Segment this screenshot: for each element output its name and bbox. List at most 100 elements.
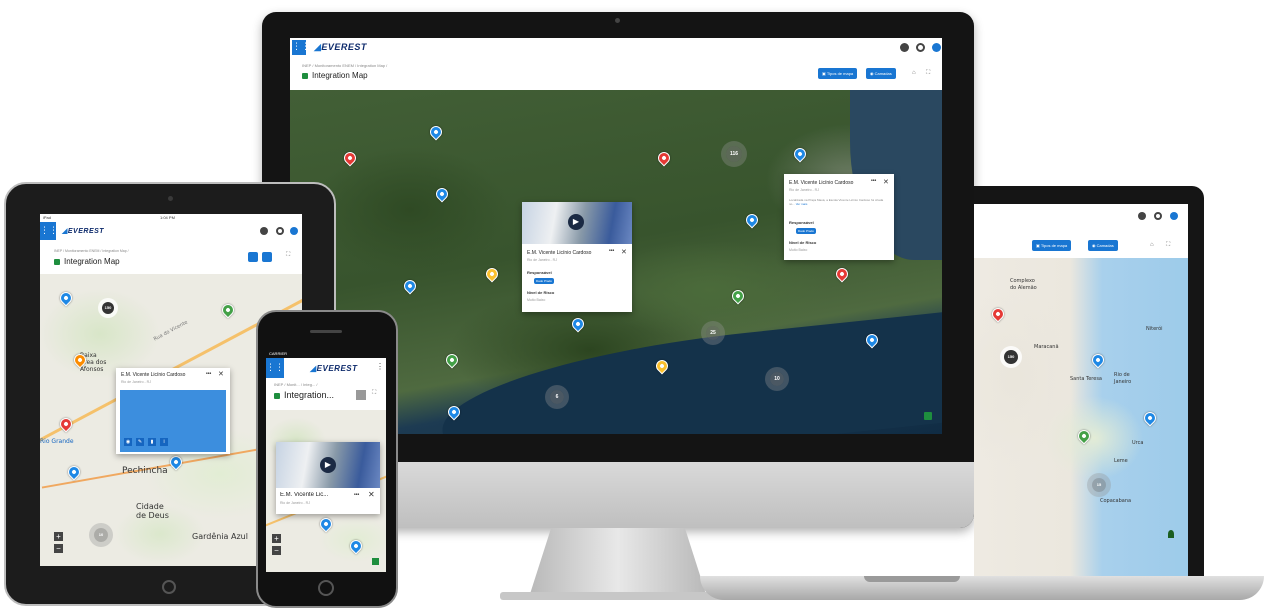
brand-logo[interactable]: ◢EVEREST [314, 42, 367, 53]
map-label: Maracanã [1034, 344, 1059, 350]
clock: 1:04 PM [160, 215, 175, 220]
apps-grid-button[interactable]: ⋮⋮ [266, 358, 284, 378]
school-name: E.M. Vicente Licínio Cardoso [527, 250, 592, 256]
tablet-home-button[interactable] [162, 580, 176, 594]
more-options-icon[interactable]: ••• [206, 371, 211, 377]
laptop-screen: ▣ Tipos de mapa ◉ Camadas ⌂ ⛶ Complexo d… [974, 204, 1188, 576]
info-icon[interactable]: i [160, 438, 168, 446]
more-options-icon[interactable]: ••• [871, 178, 876, 184]
breadcrumb[interactable]: INEP / Monitoramento ENEM / Integration … [302, 63, 387, 68]
home-icon[interactable]: ⌂ [1150, 242, 1154, 248]
desktop-camera [615, 18, 620, 23]
home-icon[interactable]: ⌂ [912, 70, 916, 76]
school-location: Rio de Janeiro - RJ [280, 501, 310, 505]
close-icon[interactable]: ✕ [883, 178, 889, 186]
map-cluster[interactable]: 15 [1092, 478, 1106, 492]
map-label: de Deus [136, 511, 169, 520]
map-cluster[interactable]: 10 [770, 372, 784, 386]
layers-button[interactable] [262, 252, 272, 262]
map-options-button[interactable] [356, 390, 366, 400]
close-icon[interactable]: ✕ [368, 490, 375, 499]
fullscreen-icon[interactable]: ⛶ [1166, 242, 1170, 249]
responsible-chip[interactable]: Dado Prado [534, 278, 555, 284]
school-location: Rio de Janeiro - RJ [527, 258, 557, 262]
apps-grid-button[interactable]: ⋮⋮ [292, 40, 310, 55]
zoom-in-button[interactable]: + [54, 532, 63, 541]
school-detail-popup: E.M. Vicente Licínio Cardoso ••• ✕ Rio d… [784, 174, 894, 260]
school-photo[interactable]: ▶ [522, 202, 632, 244]
school-photo[interactable]: ▶ [276, 442, 380, 488]
desktop-stand-base [500, 592, 736, 600]
map-label: Copacabana [1100, 498, 1132, 504]
fullscreen-icon[interactable]: ⛶ [926, 70, 930, 77]
school-location: Rio de Janeiro - RJ [121, 380, 151, 384]
map-cluster[interactable]: 116 [726, 146, 742, 162]
play-video-icon[interactable]: ▶ [568, 214, 584, 230]
responsible-label: Responsável [789, 220, 814, 225]
more-options-icon[interactable]: ••• [609, 248, 614, 254]
apps-grid-button[interactable]: ⋮⋮ [40, 222, 58, 240]
phone-statusbar: CARRIER [266, 350, 386, 358]
map-label: Rio Grande [40, 438, 74, 445]
delete-icon[interactable]: ▮ [148, 438, 156, 446]
map-cluster[interactable]: 10 [94, 528, 108, 542]
school-popup: E.M. Vicente Licínio Cardoso ••• ✕ Rio d… [116, 368, 230, 454]
gear-icon[interactable] [1154, 212, 1162, 220]
school-description: Localizada na Praça Mauá, a Escola Vicen… [789, 198, 884, 206]
user-icon[interactable] [900, 43, 909, 52]
see-more-link[interactable]: Ver mais [796, 202, 808, 206]
map-flag-icon [54, 258, 60, 265]
brand-logo[interactable]: ◢EVEREST [62, 227, 104, 235]
brand-logo[interactable]: ◢EVEREST [310, 364, 358, 373]
zoom-in-button[interactable]: + [272, 534, 281, 543]
breadcrumb[interactable]: INEP / Monit... / Integ... / [274, 382, 318, 387]
edit-icon[interactable]: ✎ [136, 438, 144, 446]
responsible-chip[interactable]: Dado Prado [796, 228, 817, 234]
fullscreen-icon[interactable]: ⛶ [372, 390, 376, 397]
map-cluster[interactable]: 150 [1004, 350, 1018, 364]
user-icon[interactable] [1138, 212, 1146, 220]
user-icon[interactable] [260, 227, 268, 235]
responsible-label: Responsável [527, 270, 552, 275]
close-icon[interactable]: ✕ [621, 248, 627, 256]
gear-icon[interactable] [276, 227, 284, 235]
zoom-out-button[interactable]: − [272, 546, 281, 555]
map-types-button[interactable] [248, 252, 258, 262]
page-title: Integration Map [54, 257, 120, 266]
map-cluster[interactable]: 6 [550, 390, 564, 404]
layers-button[interactable]: ◉ Camadas [1088, 240, 1118, 251]
locate-me-icon[interactable] [1168, 530, 1174, 538]
phone-home-button[interactable] [318, 580, 334, 596]
laptop-base [700, 576, 1264, 600]
more-menu-icon[interactable]: ⋮ [376, 362, 384, 371]
locate-me-button[interactable] [372, 558, 379, 565]
locate-me-button[interactable] [924, 412, 932, 420]
school-name: E.M. Vicente Licínio Cardoso [121, 372, 186, 378]
school-popup: ▶ E.M. Vicente Licínio Cardoso ••• ✕ Rio… [522, 202, 632, 312]
map-cluster[interactable]: 25 [706, 326, 720, 340]
help-icon[interactable] [290, 227, 298, 235]
help-icon[interactable] [932, 43, 941, 52]
layers-button[interactable]: ◉ Camadas [866, 68, 896, 79]
desktop-header: INEP / Monitoramento ENEM / Integration … [290, 58, 942, 90]
view-icon[interactable]: ◉ [124, 438, 132, 446]
zoom-out-button[interactable]: − [54, 544, 63, 553]
gear-icon[interactable] [916, 43, 925, 52]
map-label: Leme [1114, 458, 1128, 464]
phone-screen: CARRIER ⋮⋮ ◢EVEREST ⋮ INEP / Monit... / … [266, 350, 386, 572]
fullscreen-icon[interactable]: ⛶ [286, 252, 290, 259]
map-label: Urca [1132, 440, 1144, 446]
map-cluster[interactable]: 150 [102, 302, 114, 314]
help-icon[interactable] [1170, 212, 1178, 220]
more-options-icon[interactable]: ••• [354, 492, 359, 498]
map-types-button[interactable]: ▣ Tipos de mapa [1032, 240, 1072, 251]
close-icon[interactable]: ✕ [218, 370, 224, 378]
risk-label: Nível de Risco [789, 240, 817, 245]
map-types-button[interactable]: ▣ Tipos de mapa [818, 68, 858, 79]
map-label: Pechincha [122, 466, 168, 476]
desktop-topbar: ⋮⋮ ◢EVEREST [290, 38, 942, 59]
play-video-icon[interactable]: ▶ [320, 457, 336, 473]
risk-label: Nível de Risco [527, 290, 555, 295]
breadcrumb[interactable]: INEP / Monitoramento ENEM / Integration … [54, 249, 129, 253]
risk-value: Muito Baixo [789, 248, 808, 252]
